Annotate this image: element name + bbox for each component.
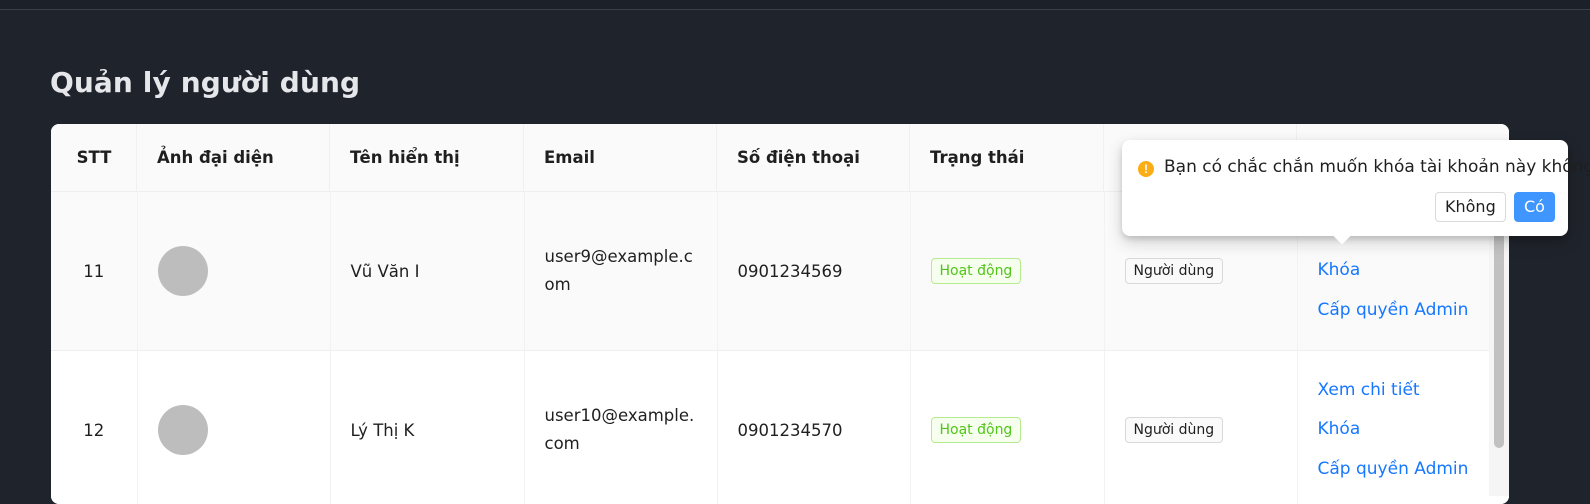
avatar-cell	[137, 192, 330, 351]
lock-confirm-popover: ! Bạn có chắc chắn muốn khóa tài khoản n…	[1122, 140, 1568, 236]
row-phone: 0901234570	[717, 351, 910, 504]
column-header-avatar[interactable]: Ảnh đại diện	[137, 124, 330, 192]
avatar[interactable]	[158, 246, 208, 296]
role-badge: Người dùng	[1125, 417, 1224, 443]
status-badge: Hoạt động	[931, 417, 1022, 443]
confirm-button[interactable]: Có	[1514, 192, 1555, 222]
top-bar	[0, 0, 1590, 10]
status-cell: Hoạt động	[910, 351, 1104, 504]
column-header-status[interactable]: Trạng thái	[910, 124, 1104, 192]
row-email: user10@example.com	[545, 402, 695, 458]
column-header-email[interactable]: Email	[524, 124, 717, 192]
scrollbar-thumb[interactable]	[1494, 208, 1504, 448]
grant-admin-link[interactable]: Cấp quyền Admin	[1318, 450, 1510, 490]
table-scrollbar[interactable]	[1489, 208, 1509, 496]
page-title: Quản lý người dùng	[50, 66, 360, 99]
row-phone: 0901234569	[717, 192, 910, 351]
column-header-stt[interactable]: STT	[51, 124, 137, 192]
view-details-link[interactable]: Xem chi tiết	[1318, 371, 1510, 411]
actions-cell: Xem chi tiết Khóa Cấp quyền Admin	[1297, 351, 1509, 504]
row-display-name: Vũ Văn I	[330, 192, 524, 351]
avatar[interactable]	[158, 405, 208, 455]
row-email-cell: user10@example.com	[524, 351, 717, 504]
cancel-button[interactable]: Không	[1435, 192, 1506, 222]
lock-link[interactable]: Khóa	[1318, 410, 1510, 450]
table-row: 12 Lý Thị K user10@example.com 090123457…	[51, 351, 1509, 504]
row-email-cell: user9@example.com	[524, 192, 717, 351]
exclamation-icon: !	[1138, 161, 1154, 177]
row-display-name: Lý Thị K	[330, 351, 524, 504]
status-cell: Hoạt động	[910, 192, 1104, 351]
status-badge: Hoạt động	[931, 258, 1022, 284]
confirm-message: Bạn có chắc chắn muốn khóa tài khoản này…	[1164, 157, 1590, 177]
role-badge: Người dùng	[1125, 258, 1224, 284]
row-stt: 12	[51, 351, 137, 504]
grant-admin-link[interactable]: Cấp quyền Admin	[1318, 291, 1510, 331]
avatar-cell	[137, 351, 330, 504]
row-email: user9@example.com	[545, 243, 695, 299]
column-header-phone[interactable]: Số điện thoại	[717, 124, 910, 192]
lock-link[interactable]: Khóa	[1318, 251, 1510, 291]
role-cell: Người dùng	[1104, 351, 1297, 504]
column-header-display-name[interactable]: Tên hiển thị	[330, 124, 524, 192]
row-stt: 11	[51, 192, 137, 351]
